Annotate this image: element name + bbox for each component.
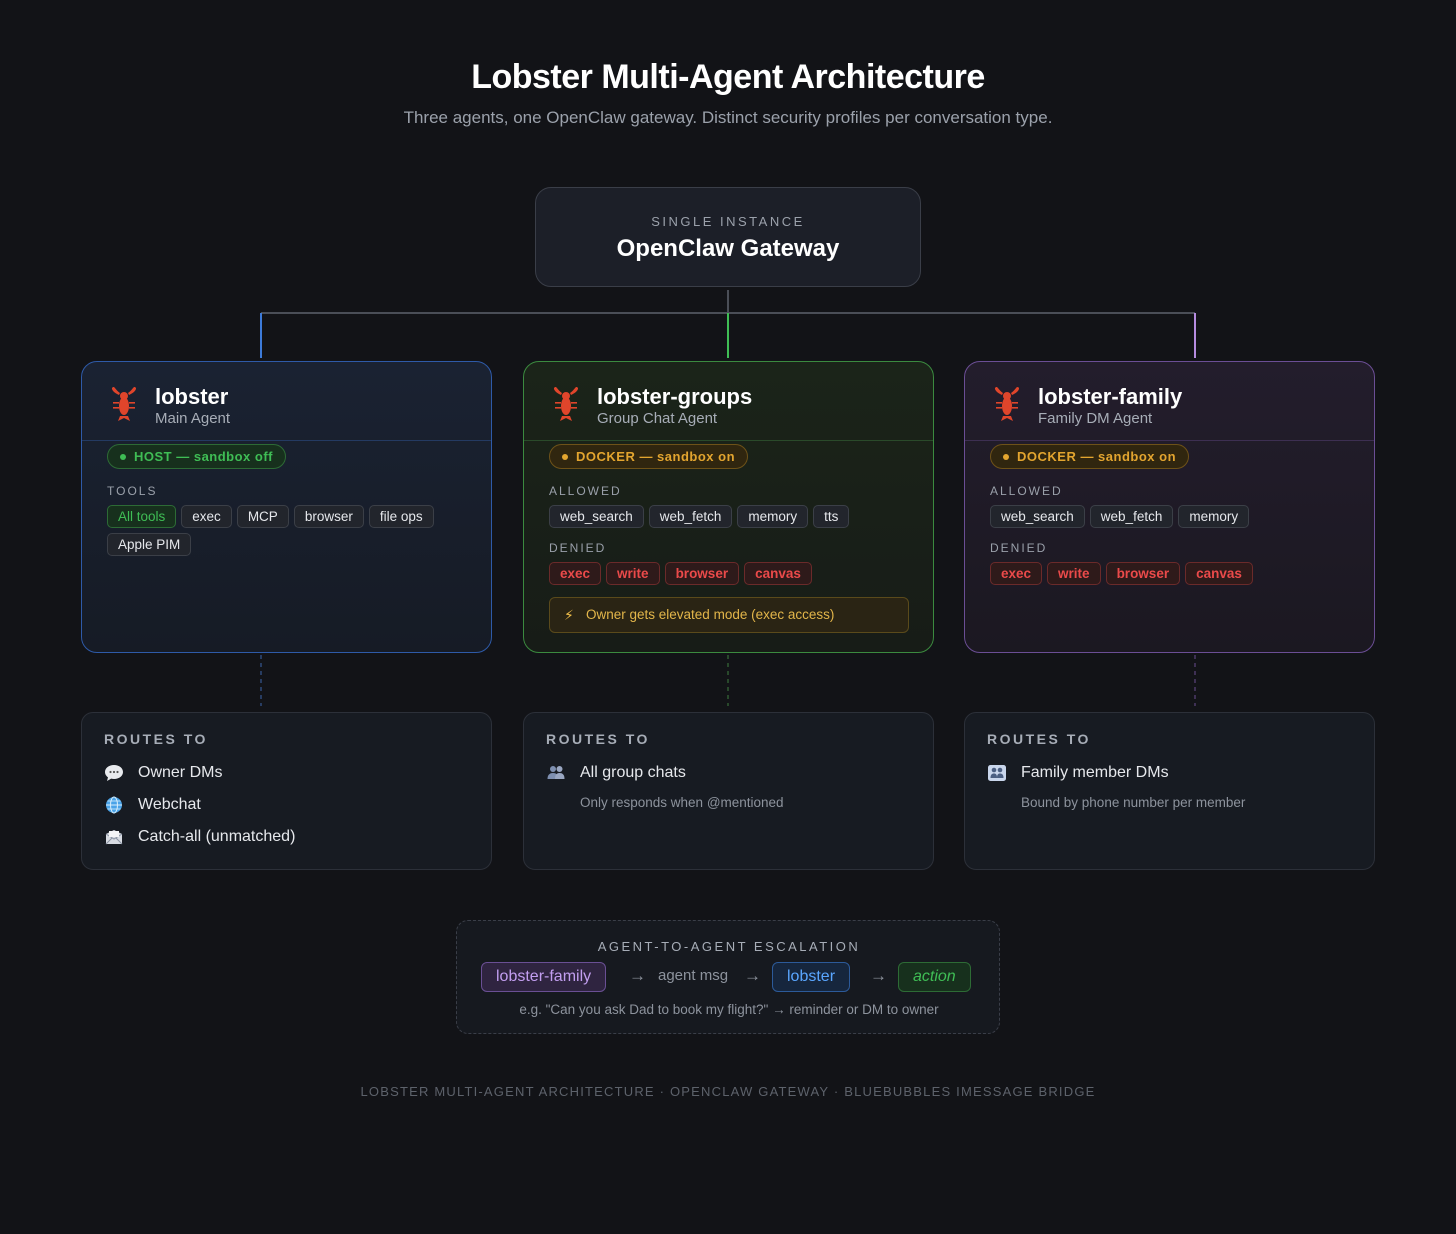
allowed-tool-chip: web_search [549,505,644,528]
escalation-to-pill: lobster [772,962,851,992]
agent-header: lobster-family Family DM Agent [965,362,1374,441]
tools-label: TOOLS [107,484,158,498]
allowed-tool-chip: web_fetch [1089,505,1174,528]
agent-card-lobster: lobster Main Agent HOST — sandbox off TO… [81,361,492,653]
denied-tool-chip: exec [990,562,1043,585]
escalation-example: e.g. "Can you ask Dad to book my flight?… [519,1002,939,1017]
family-icon [988,765,1006,781]
gateway-name: OpenClaw Gateway [616,235,840,262]
routes-label: ROUTES TO [546,731,650,747]
sandbox-status-badge: DOCKER — sandbox on [549,444,749,469]
denied-chip-list: exec write browser canvas [990,562,1360,585]
denied-tool-chip: write [1047,562,1101,585]
lobster-icon [553,387,579,421]
gateway-box: SINGLE INSTANCE OpenClaw Gateway [535,187,921,287]
route-subtext: Bound by phone number per member [1021,795,1246,810]
tool-chip: browser [293,505,364,528]
agent-card-lobster-groups: lobster-groups Group Chat Agent DOCKER —… [523,361,934,653]
lobster-icon [111,387,137,421]
agent-header: lobster-groups Group Chat Agent [524,362,933,441]
route-text: All group chats [580,764,686,781]
escalation-via: agent msg [658,967,729,984]
allowed-chip-list: web_search web_fetch memory tts [549,505,919,528]
allowed-tool-chip: web_search [990,505,1085,528]
denied-tool-chip: write [606,562,660,585]
sandbox-status-badge: DOCKER — sandbox on [990,444,1190,469]
gateway-kicker: SINGLE INSTANCE [651,214,805,229]
routes-card-lobster-family: ROUTES TO Family member DMs Bound by pho… [964,712,1375,870]
elevated-mode-note: ⚡ Owner gets elevated mode (exec access) [549,597,909,633]
escalation-title: AGENT-TO-AGENT ESCALATION [597,939,861,954]
sandbox-status-badge: HOST — sandbox off [107,444,286,469]
routes-label: ROUTES TO [987,731,1091,747]
denied-label: DENIED [549,541,607,555]
escalation-result-pill: action [898,962,971,992]
denied-tool-chip: browser [1105,562,1181,585]
allowed-tool-chip: memory [737,505,809,528]
globe-icon [106,796,122,814]
tools-chip-list: All tools exec MCP browser file ops Appl… [107,505,477,556]
routes-card-lobster-groups: ROUTES TO All group chats Only responds … [523,712,934,870]
arrow-right-icon: → [870,966,887,985]
denied-tool-chip: exec [549,562,602,585]
denied-label: DENIED [990,541,1048,555]
agent-role: Family DM Agent [1038,410,1153,427]
denied-tool-chip: canvas [744,562,812,585]
agent-header: lobster Main Agent [82,362,491,441]
tool-chip: MCP [236,505,289,528]
lightning-icon: ⚡ [564,607,574,623]
allowed-tool-chip: web_fetch [648,505,733,528]
route-text: Family member DMs [1021,764,1169,781]
allowed-tool-chip: tts [813,505,850,528]
agent-card-lobster-family: lobster-family Family DM Agent DOCKER — … [964,361,1375,653]
routes-card-lobster: ROUTES TO Owner DMs Webchat Catch-all (u… [81,712,492,870]
escalation-flow: lobster-family → agent msg → lobster → a… [481,962,981,992]
agent-name: lobster-groups [597,384,753,409]
tool-chip: Apple PIM [107,533,192,556]
routes-label: ROUTES TO [104,731,208,747]
arrow-right-icon: → [744,966,761,985]
denied-tool-chip: canvas [1185,562,1253,585]
footer-caption: LOBSTER MULTI-AGENT ARCHITECTURE · OPENC… [360,1084,1096,1099]
lobster-icon [994,387,1020,421]
allowed-chip-list: web_search web_fetch memory [990,505,1360,528]
tool-chip: All tools [107,505,177,528]
envelope-icon [105,830,123,845]
denied-chip-list: exec write browser canvas [549,562,919,585]
denied-tool-chip: browser [664,562,740,585]
arrow-right-icon: → [629,966,646,985]
speech-bubble-icon [105,765,123,781]
allowed-label: ALLOWED [549,484,622,498]
people-icon [547,766,565,779]
route-subtext: Only responds when @mentioned [580,795,784,810]
agent-role: Main Agent [155,410,231,427]
escalation-box: AGENT-TO-AGENT ESCALATION lobster-family… [456,920,1000,1034]
agent-name: lobster-family [1038,384,1183,409]
allowed-label: ALLOWED [990,484,1063,498]
agent-role: Group Chat Agent [597,410,718,427]
allowed-tool-chip: memory [1178,505,1250,528]
elevated-mode-text: Owner gets elevated mode (exec access) [586,607,835,622]
route-text: Catch-all (unmatched) [138,828,296,845]
tool-chip: file ops [368,505,434,528]
route-text: Webchat [138,796,201,813]
tool-chip: exec [181,505,232,528]
escalation-from-pill: lobster-family [481,962,607,992]
agent-name: lobster [155,384,229,409]
route-text: Owner DMs [138,764,223,781]
